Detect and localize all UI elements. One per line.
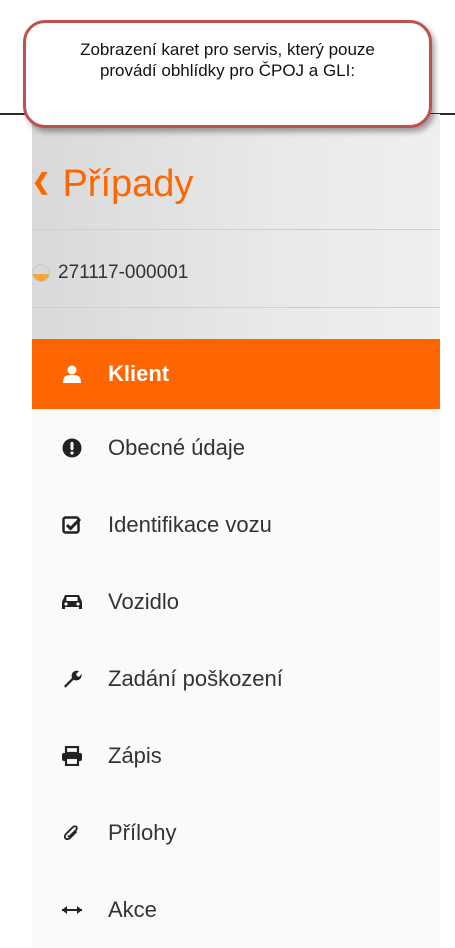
case-id: 271117-000001 xyxy=(32,262,188,284)
sidebar-item-prilohy[interactable]: Přílohy xyxy=(32,794,440,871)
sidebar-item-akce[interactable]: Akce xyxy=(32,871,440,948)
status-dot-icon xyxy=(32,264,50,282)
wrench-icon xyxy=(52,669,92,689)
car-icon xyxy=(52,592,92,612)
sidebar-item-label: Zápis xyxy=(108,742,162,768)
sidebar-item-label: Identifikace vozu xyxy=(108,511,272,537)
sidebar-item-label: Obecné údaje xyxy=(108,434,245,460)
annotation-callout: Zobrazení karet pro servis, který pouze … xyxy=(23,20,432,128)
divider xyxy=(32,307,440,308)
sidebar-item-identifikace-vozu[interactable]: Identifikace vozu xyxy=(32,486,440,563)
printer-icon xyxy=(52,745,92,766)
sidebar-item-label: Přílohy xyxy=(108,819,177,845)
sidebar-item-label: Vozidlo xyxy=(108,588,179,614)
exclamation-circle-icon xyxy=(52,438,92,458)
case-id-label: 271117-000001 xyxy=(58,262,189,283)
sidebar-item-label: Akce xyxy=(108,896,157,922)
sidebar-item-label: Zadání poškození xyxy=(108,665,283,691)
sidebar-item-vozidlo[interactable]: Vozidlo xyxy=(32,563,440,640)
sidebar-item-zadani-poskozeni[interactable]: Zadání poškození xyxy=(32,640,440,717)
check-square-icon xyxy=(52,515,92,535)
chevron-left-icon: ❮ xyxy=(32,169,51,194)
callout-text: Zobrazení karet pro servis, který pouze … xyxy=(80,40,375,80)
sidebar-item-zapis[interactable]: Zápis xyxy=(32,717,440,794)
divider xyxy=(32,229,440,230)
paperclip-icon xyxy=(52,823,92,843)
back-to-cases-link[interactable]: ❮ Případy xyxy=(32,154,193,214)
sidebar-item-obecne-udaje[interactable]: Obecné údaje xyxy=(32,409,440,486)
sidebar-item-label: Klient xyxy=(108,361,170,386)
sidebar-item-klient[interactable]: Klient xyxy=(32,339,440,409)
sidebar-menu: Klient Obecné údaje Identifikace vozu Vo… xyxy=(32,339,440,948)
sidebar: ❮ Případy 271117-000001 Klient Obecné úd… xyxy=(32,114,440,948)
back-link-label: Případy xyxy=(62,162,194,205)
user-icon xyxy=(52,364,92,384)
arrows-horizontal-icon xyxy=(52,904,92,916)
